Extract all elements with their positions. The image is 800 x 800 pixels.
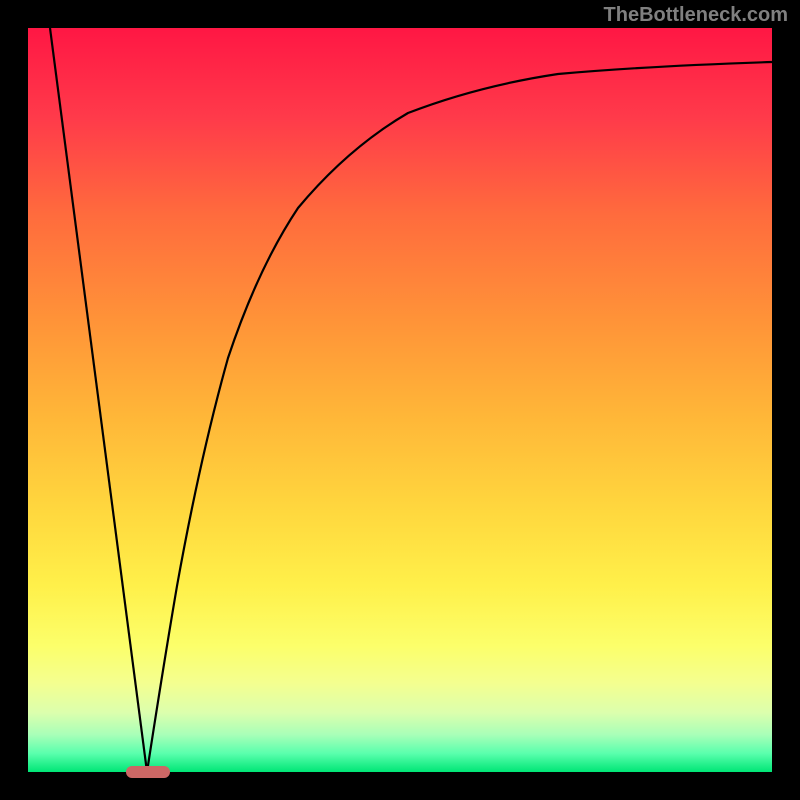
chart-curves: [28, 28, 772, 772]
left-descent-line: [50, 28, 147, 772]
watermark-text: TheBottleneck.com: [604, 4, 788, 27]
chart-plot-area: [28, 28, 772, 772]
right-ascent-curve: [147, 62, 772, 772]
bottleneck-marker: [126, 766, 170, 778]
